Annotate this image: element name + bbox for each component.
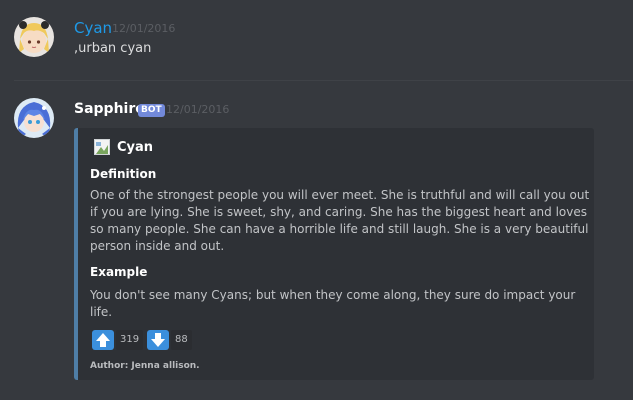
field-value-example: You don't see many Cyans; but when they … bbox=[90, 288, 576, 319]
anime-girl-avatar-icon[interactable] bbox=[14, 17, 54, 57]
anime-girl-blue-hair-avatar-icon[interactable] bbox=[14, 98, 54, 138]
arrow-down-icon[interactable] bbox=[147, 330, 169, 350]
upvote-count: 319 bbox=[116, 330, 144, 350]
downvote-count: 88 bbox=[171, 330, 192, 350]
broken-image-icon bbox=[94, 139, 110, 155]
embed-footer: Author: Jenna allison. bbox=[90, 361, 200, 371]
field-name-example: Example bbox=[90, 265, 148, 279]
field-value-definition: One of the strongest people you will eve… bbox=[90, 188, 590, 253]
timestamp: 12/01/2016 bbox=[166, 103, 230, 116]
field-name-definition: Definition bbox=[90, 167, 157, 181]
timestamp: 12/01/2016 bbox=[112, 22, 176, 35]
bot-tag: BOT bbox=[138, 104, 165, 117]
message-content: ,urban cyan bbox=[74, 41, 152, 56]
embed: Cyan Definition One of the strongest peo… bbox=[74, 128, 594, 380]
embed-author: Cyan bbox=[117, 140, 154, 155]
message-divider bbox=[14, 80, 633, 81]
username-sapphire[interactable]: Sapphire bbox=[74, 101, 145, 117]
arrow-up-icon[interactable] bbox=[92, 330, 114, 350]
username-cyan[interactable]: Cyan bbox=[74, 19, 112, 37]
